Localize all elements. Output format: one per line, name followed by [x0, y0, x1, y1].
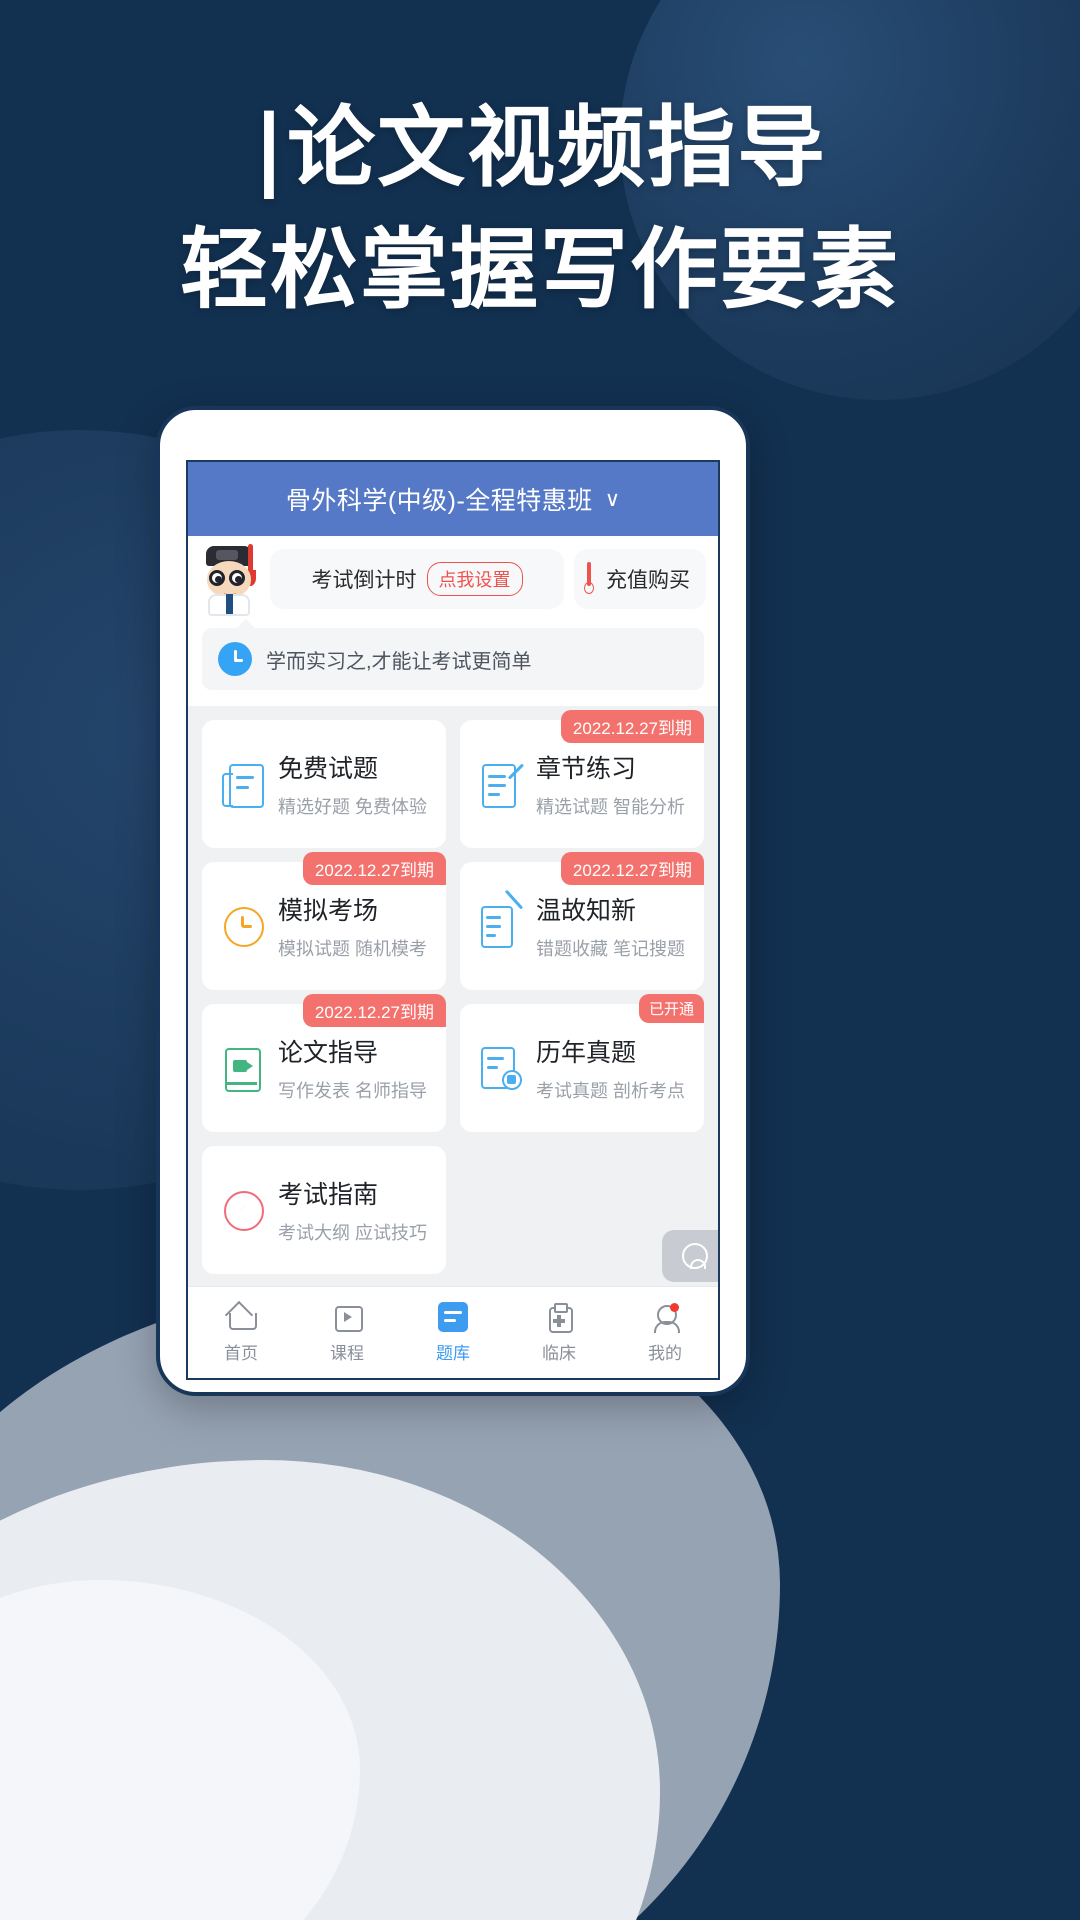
- app-screen: 骨外科学(中级)-全程特惠班 ∨ 考试倒计时 点我设置 充值购买 学而实习之,才…: [186, 460, 720, 1380]
- tab-label: 题库: [436, 1343, 470, 1363]
- mock-exam-icon: [220, 903, 264, 949]
- notice-bar[interactable]: 学而实习之,才能让考试更简单: [202, 619, 704, 690]
- countdown-row: 考试倒计时 点我设置 充值购买: [188, 536, 718, 628]
- thesis-guide-icon: [220, 1045, 264, 1092]
- recharge-label: 充值购买: [606, 569, 690, 592]
- glasses-left-icon: [209, 570, 225, 586]
- activated-badge: 已开通: [638, 994, 704, 1023]
- feature-card-thesis-guide[interactable]: 2022.12.27到期 论文指导 写作发表 名师指导: [202, 994, 446, 1132]
- recharge-button[interactable]: 充值购买: [574, 549, 706, 609]
- cap-tassel-icon: [245, 544, 256, 586]
- home-icon: [226, 1302, 257, 1332]
- card-title: 章节练习: [536, 755, 637, 783]
- tab-course[interactable]: 课程: [294, 1287, 400, 1378]
- exam-guide-icon: [220, 1187, 264, 1233]
- expiry-badge: 2022.12.27到期: [302, 852, 446, 885]
- past-papers-icon: [478, 1045, 522, 1091]
- notice-text: 学而实习之,才能让考试更简单: [266, 650, 532, 673]
- card-title: 免费试题: [278, 755, 379, 783]
- avatar-tie: [226, 594, 233, 614]
- avatar: [198, 544, 260, 616]
- course-title: 骨外科学(中级)-全程特惠班: [285, 487, 593, 515]
- question-bank-icon: [438, 1301, 468, 1332]
- glasses-right-icon: [229, 570, 245, 586]
- tab-profile[interactable]: 我的: [612, 1287, 718, 1378]
- notice-section: 学而实习之,才能让考试更简单: [188, 619, 718, 706]
- expiry-badge: 2022.12.27到期: [302, 994, 446, 1027]
- feature-card-review[interactable]: 2022.12.27到期 温故知新 错题收藏 笔记搜题: [460, 852, 704, 990]
- customer-service-icon: [682, 1243, 708, 1269]
- exam-countdown-button[interactable]: 考试倒计时 点我设置: [270, 549, 564, 609]
- bottom-tabbar: 首页 课程 题库 临床 我的: [188, 1286, 718, 1378]
- feature-card-chapter-practice[interactable]: 2022.12.27到期 章节练习 精选试题 智能分析: [460, 710, 704, 848]
- tab-label: 课程: [330, 1343, 364, 1363]
- feature-card-mock-exam[interactable]: 2022.12.27到期 模拟考场 模拟试题 随机模考: [202, 852, 446, 990]
- headline-line-1: |论文视频指导: [252, 96, 828, 199]
- thermometer-icon: [584, 562, 594, 596]
- notification-dot: [670, 1302, 679, 1312]
- tab-label: 首页: [224, 1343, 258, 1363]
- card-title: 模拟考场: [278, 897, 379, 925]
- countdown-label: 考试倒计时: [311, 569, 417, 592]
- chapter-practice-icon: [478, 761, 525, 808]
- card-subtitle: 写作发表 名师指导: [278, 1081, 428, 1101]
- card-subtitle: 错题收藏 笔记搜题: [536, 939, 686, 959]
- card-subtitle: 考试大纲 应试技巧: [278, 1223, 428, 1243]
- app-header[interactable]: 骨外科学(中级)-全程特惠班 ∨: [188, 462, 718, 536]
- tab-clinic[interactable]: 临床: [506, 1287, 612, 1378]
- customer-service-button[interactable]: [662, 1230, 718, 1282]
- free-questions-icon: [220, 761, 264, 808]
- tab-question-bank[interactable]: 题库: [400, 1287, 506, 1378]
- set-countdown-button[interactable]: 点我设置: [426, 562, 523, 596]
- review-icon: [478, 889, 524, 949]
- card-title: 考试指南: [278, 1181, 379, 1209]
- card-subtitle: 模拟试题 随机模考: [278, 939, 428, 959]
- tab-home[interactable]: 首页: [188, 1287, 294, 1378]
- card-subtitle: 精选试题 智能分析: [536, 797, 686, 817]
- tab-label: 临床: [542, 1343, 576, 1363]
- feature-card-free-questions[interactable]: 免费试题 精选好题 免费体验: [202, 720, 446, 848]
- chevron-down-icon[interactable]: ∨: [605, 487, 620, 512]
- phone-mockup: 骨外科学(中级)-全程特惠班 ∨ 考试倒计时 点我设置 充值购买 学而实习之,才…: [156, 406, 750, 1396]
- tab-label: 我的: [648, 1343, 682, 1363]
- expiry-badge: 2022.12.27到期: [560, 710, 704, 743]
- card-title: 温故知新: [536, 897, 637, 925]
- clinic-icon: [544, 1302, 574, 1333]
- profile-icon: [650, 1302, 680, 1333]
- card-title: 论文指导: [278, 1039, 379, 1067]
- feature-card-past-papers[interactable]: 已开通 历年真题 考试真题 剖析考点: [460, 994, 704, 1132]
- headline-line-2: 轻松掌握写作要素: [179, 217, 900, 321]
- poster-headline: |论文视频指导 轻松掌握写作要素: [0, 96, 1080, 322]
- course-icon: [332, 1302, 363, 1332]
- card-subtitle: 精选好题 免费体验: [278, 797, 428, 817]
- card-subtitle: 考试真题 剖析考点: [536, 1081, 686, 1101]
- feature-card-exam-guide[interactable]: 考试指南 考试大纲 应试技巧: [202, 1146, 446, 1274]
- expiry-badge: 2022.12.27到期: [560, 852, 704, 885]
- clock-icon: [218, 642, 252, 676]
- card-title: 历年真题: [536, 1039, 637, 1067]
- feature-grid: 免费试题 精选好题 免费体验 2022.12.27到期 章节练习 精选试题 智能…: [188, 706, 718, 1286]
